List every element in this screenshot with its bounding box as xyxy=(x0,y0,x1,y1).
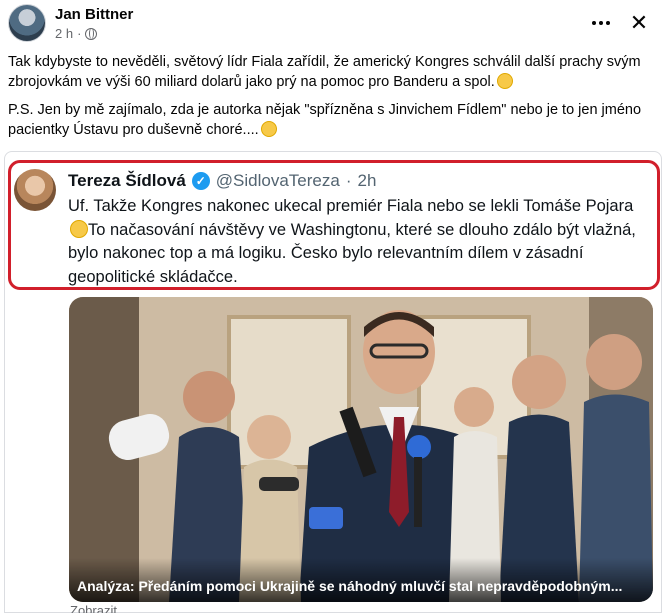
press-conference-illustration xyxy=(69,297,653,602)
post-header: Jan Bittner 2 h · ✕ xyxy=(0,0,666,48)
author-avatar[interactable] xyxy=(8,4,46,42)
tweet-author-avatar xyxy=(14,169,56,211)
rofl-emoji-icon xyxy=(496,73,513,89)
tweet-header: Tereza Šídlová ✓ @SidlovaTereza · 2h xyxy=(68,171,377,190)
close-icon: ✕ xyxy=(629,10,649,35)
more-options-button[interactable] xyxy=(586,8,616,38)
footer-peek-text: Zobrazit... xyxy=(70,603,128,613)
article-caption[interactable]: Analýza: Předáním pomoci Ukrajině se náh… xyxy=(77,578,622,594)
globe-icon xyxy=(85,27,98,40)
smile-emoji-icon xyxy=(70,219,88,238)
thinking-emoji-icon xyxy=(260,121,277,137)
more-options-icon xyxy=(592,21,596,25)
post-time[interactable]: 2 h xyxy=(55,26,73,41)
tweet-handle: @SidlovaTereza xyxy=(215,171,340,190)
shared-tweet-card[interactable]: Tereza Šídlová ✓ @SidlovaTereza · 2h Uf.… xyxy=(4,151,662,613)
tweet-time: 2h xyxy=(357,171,377,190)
author-name[interactable]: Jan Bittner xyxy=(55,6,133,23)
close-button[interactable]: ✕ xyxy=(624,8,654,38)
verified-badge-icon: ✓ xyxy=(191,172,210,190)
post-paragraph-2: P.S. Jen by mě zajímalo, zda je autorka … xyxy=(8,102,642,138)
tweet-text: Uf. Takže Kongres nakonec ukecal premiér… xyxy=(68,197,636,286)
post-meta: 2 h · xyxy=(55,26,98,41)
tweet-author-name: Tereza Šídlová xyxy=(68,171,186,190)
post-paragraph-1: Tak kdybyste to nevěděli, světový lídr F… xyxy=(8,54,641,90)
article-photo[interactable]: Analýza: Předáním pomoci Ukrajině se náh… xyxy=(69,297,653,602)
